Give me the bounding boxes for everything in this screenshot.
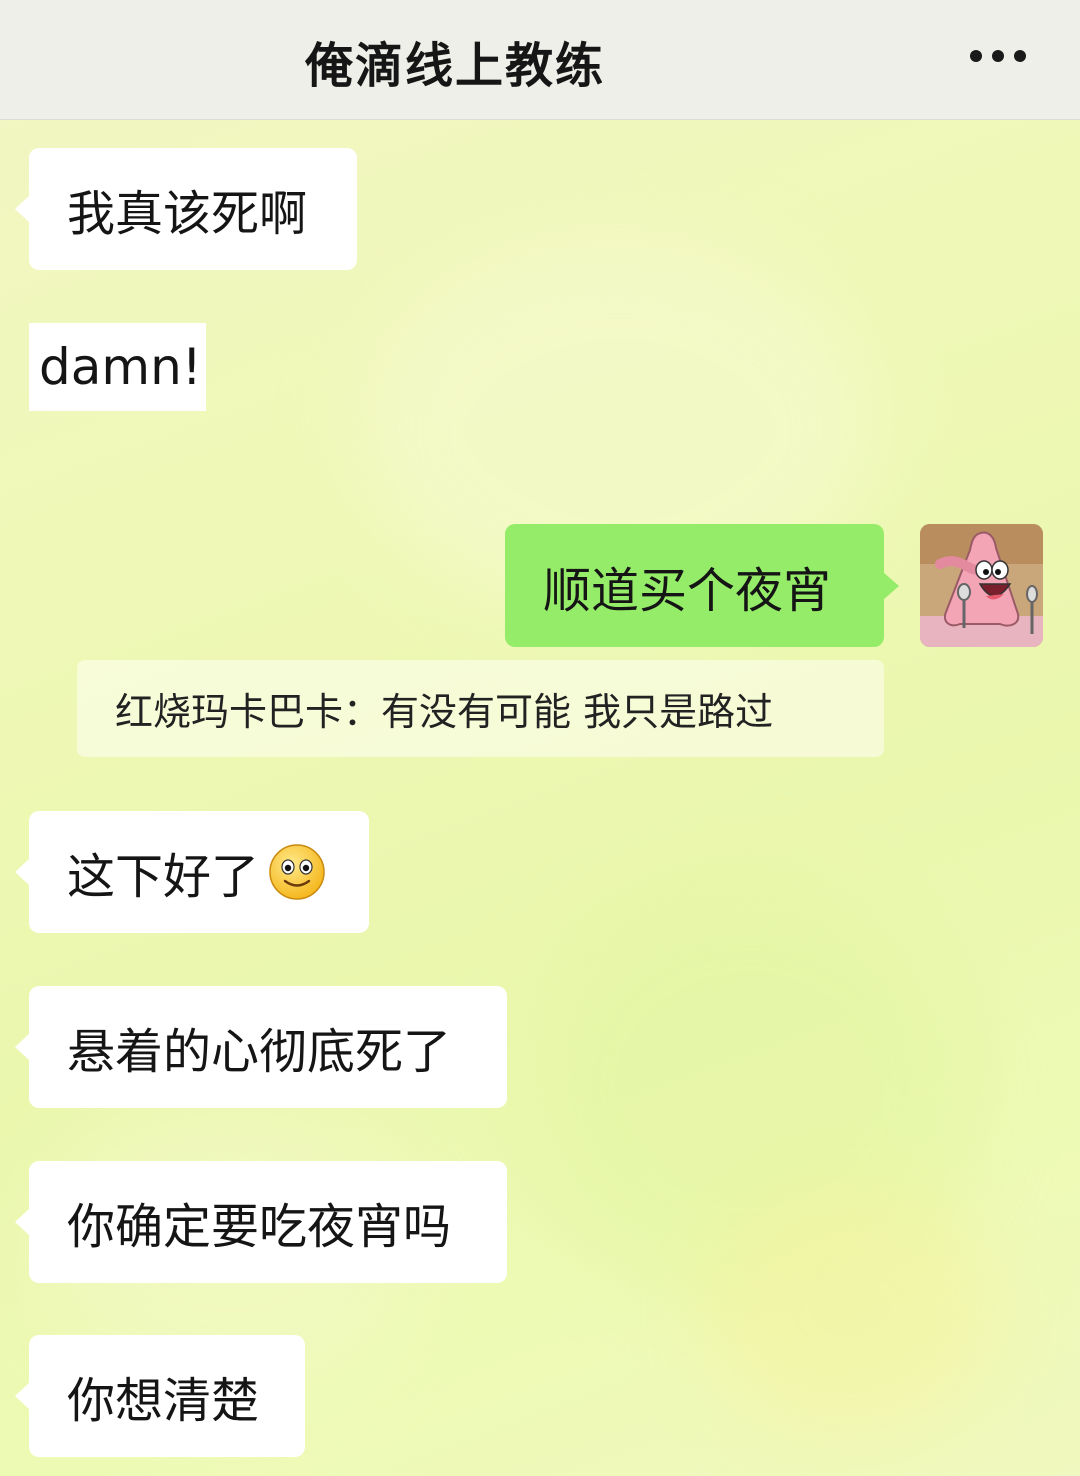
more-dots-icon[interactable] bbox=[970, 46, 1026, 66]
patrick-star-avatar[interactable] bbox=[920, 524, 1043, 647]
message-text: 我真该死啊 bbox=[67, 186, 308, 242]
chat-title: 俺滴线上教练 bbox=[304, 38, 605, 94]
chat-header: 俺滴线上教练 bbox=[0, 0, 1080, 120]
sent-message-bubble[interactable]: 顺道买个夜宵 bbox=[505, 524, 899, 647]
message-bubble[interactable]: 这下好了 bbox=[15, 811, 369, 933]
message-bubble[interactable]: 你确定要吃夜宵吗 bbox=[15, 1161, 507, 1283]
message-bubble[interactable]: 你想清楚 bbox=[15, 1335, 305, 1457]
message-text: 顺道买个夜宵 bbox=[543, 562, 832, 619]
quoted-message[interactable]: 红烧玛卡巴卡：有没有可能 我只是路过 bbox=[77, 660, 884, 757]
message-bubble[interactable]: 悬着的心彻底死了 bbox=[15, 986, 507, 1108]
message-text: 你想清楚 bbox=[67, 1373, 260, 1429]
smile-emoji-icon bbox=[269, 844, 325, 900]
message-text: 你确定要吃夜宵吗 bbox=[67, 1199, 452, 1255]
message-text: 这下好了 bbox=[67, 849, 260, 905]
message-text: 悬着的心彻底死了 bbox=[67, 1024, 452, 1080]
quote-text: 红烧玛卡巴卡：有没有可能 我只是路过 bbox=[115, 690, 774, 734]
message-bubble[interactable]: damn! bbox=[29, 323, 206, 411]
message-text: damn! bbox=[39, 338, 202, 396]
message-bubble[interactable]: 我真该死啊 bbox=[15, 148, 357, 270]
